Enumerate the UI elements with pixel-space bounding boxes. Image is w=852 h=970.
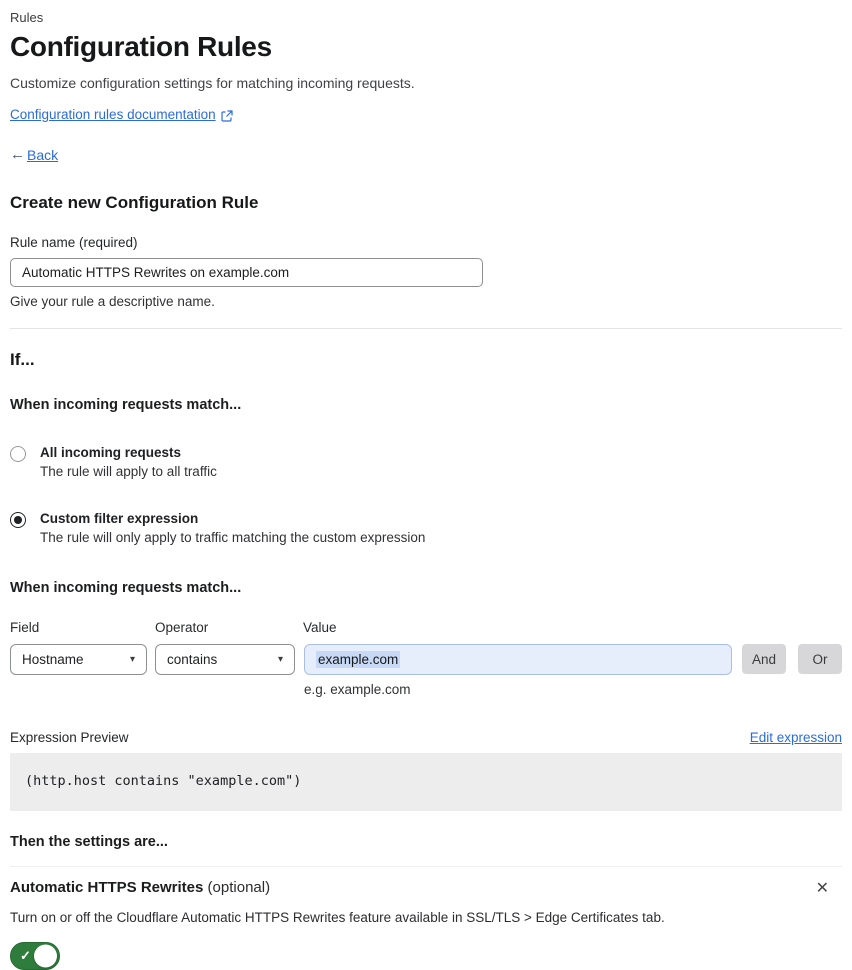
value-input-text: example.com bbox=[316, 651, 401, 668]
external-link-icon bbox=[221, 109, 233, 122]
expression-builder-heading: When incoming requests match... bbox=[10, 580, 242, 596]
chevron-down-icon: ▾ bbox=[129, 654, 135, 665]
or-button[interactable]: Or bbox=[798, 644, 842, 674]
radio-description: The rule will only apply to traffic matc… bbox=[40, 530, 426, 545]
radio-description: The rule will apply to all traffic bbox=[40, 464, 217, 479]
setting-title: Automatic HTTPS Rewrites (optional) bbox=[10, 879, 270, 896]
radio-button-icon[interactable] bbox=[10, 512, 26, 528]
radio-custom-filter-expression[interactable]: Custom filter expression The rule will o… bbox=[10, 511, 842, 545]
page-subtitle: Customize configuration settings for mat… bbox=[10, 75, 415, 91]
back-link[interactable]: Back bbox=[27, 147, 58, 163]
operator-select[interactable]: contains ▾ bbox=[155, 644, 295, 675]
close-icon[interactable]: ✕ bbox=[816, 881, 829, 897]
field-label: Field bbox=[10, 620, 40, 635]
expression-preview-label: Expression Preview bbox=[10, 730, 129, 745]
radio-label: All incoming requests bbox=[40, 445, 182, 460]
field-select-value: Hostname bbox=[22, 652, 84, 667]
create-rule-heading: Create new Configuration Rule bbox=[10, 193, 259, 212]
page-title: Configuration Rules bbox=[10, 31, 272, 62]
expression-code: (http.host contains "example.com") bbox=[25, 773, 302, 789]
toggle-knob bbox=[34, 944, 57, 968]
radio-all-incoming-requests[interactable]: All incoming requests The rule will appl… bbox=[10, 445, 842, 479]
chevron-down-icon: ▾ bbox=[277, 654, 283, 665]
field-select[interactable]: Hostname ▾ bbox=[10, 644, 147, 675]
operator-select-value: contains bbox=[167, 652, 218, 667]
breadcrumb: Rules bbox=[10, 10, 44, 25]
setting-automatic-https-rewrites: Automatic HTTPS Rewrites (optional) ✕ Tu… bbox=[10, 866, 842, 970]
operator-label: Operator bbox=[155, 620, 209, 635]
setting-description: Turn on or off the Cloudflare Automatic … bbox=[10, 910, 665, 925]
and-button[interactable]: And bbox=[742, 644, 786, 674]
if-heading: If... bbox=[10, 350, 35, 369]
configuration-rules-page: Rules Configuration Rules Customize conf… bbox=[0, 0, 852, 970]
setting-name: Automatic HTTPS Rewrites bbox=[10, 879, 204, 896]
when-match-heading: When incoming requests match... bbox=[10, 397, 242, 413]
radio-label: Custom filter expression bbox=[40, 511, 199, 526]
check-icon: ✓ bbox=[20, 948, 31, 963]
value-label: Value bbox=[303, 620, 337, 635]
then-settings-heading: Then the settings are... bbox=[10, 834, 168, 850]
setting-optional-label: (optional) bbox=[207, 879, 271, 896]
documentation-link[interactable]: Configuration rules documentation bbox=[10, 107, 216, 122]
expression-preview-box: (http.host contains "example.com") bbox=[10, 753, 842, 811]
back-arrow-icon: ← bbox=[10, 146, 25, 163]
edit-expression-link[interactable]: Edit expression bbox=[750, 730, 842, 745]
radio-button-icon[interactable] bbox=[10, 446, 26, 462]
value-input[interactable]: example.com bbox=[304, 644, 732, 675]
rule-name-input[interactable] bbox=[10, 258, 483, 287]
rule-name-helper: Give your rule a descriptive name. bbox=[10, 294, 215, 309]
automatic-https-rewrites-toggle[interactable]: ✓ bbox=[10, 942, 60, 970]
rule-name-label: Rule name (required) bbox=[10, 235, 138, 250]
value-helper: e.g. example.com bbox=[304, 682, 411, 697]
section-divider bbox=[10, 328, 842, 329]
